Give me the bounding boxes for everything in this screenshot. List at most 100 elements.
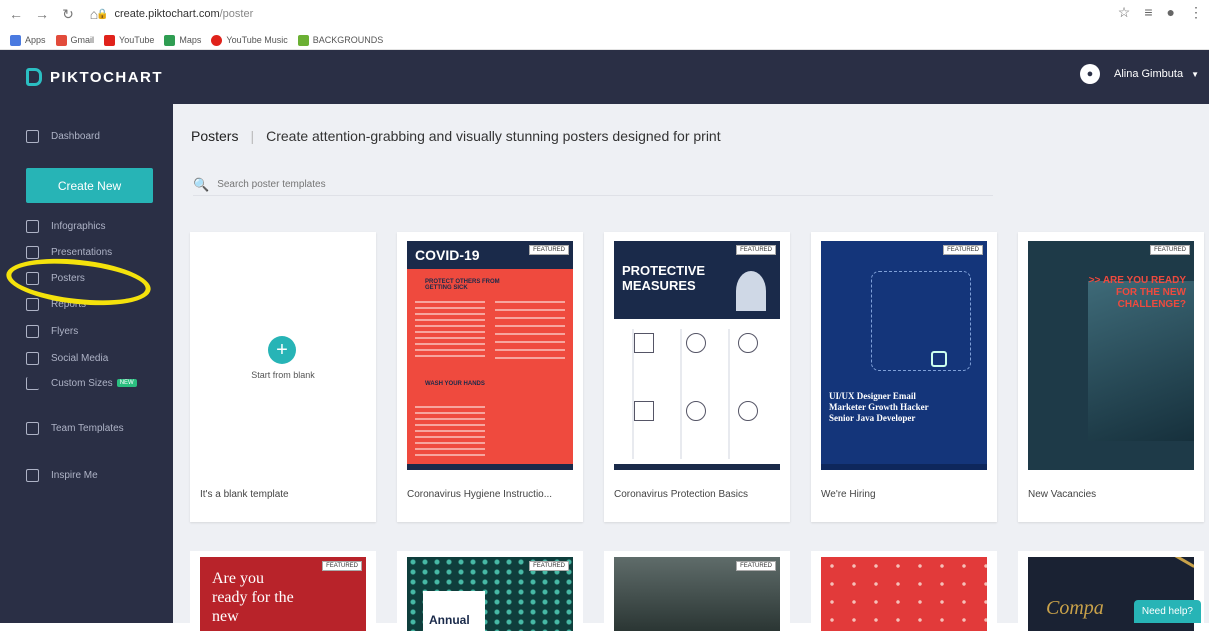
reports-icon <box>26 297 39 311</box>
back-icon[interactable]: ← <box>6 4 26 24</box>
youtube-music-icon <box>211 34 223 46</box>
sidebar-item-infographics[interactable]: Infographics <box>26 218 105 234</box>
bookmark-youtube-music[interactable]: YouTube Music <box>211 34 288 46</box>
start-from-blank-text: Start from blank <box>251 370 315 380</box>
dashboard-icon <box>26 129 39 143</box>
card-label: It's a blank template <box>200 489 289 500</box>
user-menu[interactable]: ● Alina Gimbuta ▼ <box>1079 64 1199 84</box>
template-card-vacancies[interactable]: FEATURED >> ARE YOU READY FOR THE NEW CH… <box>1018 232 1204 522</box>
page-title: Posters | Create attention-grabbing and … <box>191 128 721 144</box>
card-label: New Vacancies <box>1028 489 1097 500</box>
url-path: /poster <box>219 8 254 20</box>
menu-icon[interactable]: ⋮ <box>1189 4 1203 21</box>
youtube-icon <box>104 34 116 46</box>
sidebar-item-presentations[interactable]: Presentations <box>26 244 112 260</box>
featured-badge: FEATURED <box>943 245 983 255</box>
search-bar: 🔍 <box>193 174 993 196</box>
inspire-me-icon <box>26 468 39 482</box>
poster-heading: PROTECTIVE MEASURES <box>622 263 706 293</box>
poster-heading: >> ARE YOU READY FOR THE NEW CHALLENGE? <box>1088 275 1186 310</box>
poster-thumbnail: FEATURED Annual <box>407 557 573 631</box>
template-card-covid-protection[interactable]: PROTECTIVE MEASURES FEATURED Coronavirus… <box>604 232 790 522</box>
need-help-button[interactable]: Need help? <box>1133 600 1201 623</box>
sidebar-item-social-media[interactable]: Social Media <box>26 350 108 366</box>
template-card-row2-2[interactable]: FEATURED Annual <box>397 551 583 631</box>
poster-subheading-2: WASH YOUR HANDS <box>425 381 485 387</box>
presentations-icon <box>26 245 39 259</box>
team-templates-icon <box>26 421 39 435</box>
logo[interactable]: PIKTOCHART <box>26 68 163 86</box>
featured-badge: FEATURED <box>736 245 776 255</box>
gmail-icon <box>55 34 67 46</box>
new-badge: NEW <box>116 379 137 387</box>
sidebar: Dashboard Create New Infographics Presen… <box>0 104 173 623</box>
poster-thumbnail: FEATURED Are you ready for the new <box>200 557 366 631</box>
poster-thumbnail: FEATURED UI/UX Designer Email Marketer G… <box>821 241 987 470</box>
sidebar-item-team-templates[interactable]: Team Templates <box>26 420 124 436</box>
poster-thumbnail: FEATURED <box>614 557 780 631</box>
browser-chrome: ← → ↻ ⌂ 🔒 create.piktochart.com/poster ☆… <box>0 0 1209 50</box>
reading-list-icon[interactable]: ≡ <box>1144 4 1152 21</box>
bookmark-apps[interactable]: Apps <box>10 34 46 46</box>
sidebar-item-inspire-me[interactable]: Inspire Me <box>26 467 98 483</box>
poster-thumbnail: COVID-19 FEATURED PROTECT OTHERS FROM GE… <box>407 241 573 470</box>
bookmark-youtube[interactable]: YouTube <box>104 34 154 46</box>
poster-job-list: UI/UX Designer Email Marketer Growth Hac… <box>829 391 929 423</box>
page-title-label: Posters <box>191 128 239 144</box>
apps-icon <box>10 34 21 46</box>
poster-heading: Annual <box>429 613 470 627</box>
infographics-icon <box>26 219 39 233</box>
template-card-row2-3[interactable]: FEATURED <box>604 551 790 631</box>
search-input[interactable] <box>217 179 818 190</box>
featured-badge: FEATURED <box>736 561 776 571</box>
sidebar-item-custom-sizes[interactable]: Custom Sizes NEW <box>26 375 137 391</box>
app-header: PIKTOCHART ● Alina Gimbuta ▼ <box>0 50 1209 104</box>
bookmark-gmail[interactable]: Gmail <box>55 34 94 46</box>
title-divider: | <box>250 128 255 144</box>
reload-icon[interactable]: ↻ <box>58 4 78 24</box>
poster-thumbnail: PROTECTIVE MEASURES FEATURED <box>614 241 780 470</box>
create-new-button[interactable]: Create New <box>26 168 153 203</box>
featured-badge: FEATURED <box>322 561 362 571</box>
template-card-hiring[interactable]: FEATURED UI/UX Designer Email Marketer G… <box>811 232 997 522</box>
backgrounds-icon <box>297 34 309 46</box>
poster-heading: Compa <box>1046 597 1104 619</box>
poster-thumbnail <box>821 557 987 631</box>
user-name: Alina Gimbuta <box>1113 68 1184 80</box>
sidebar-item-dashboard[interactable]: Dashboard <box>26 128 100 144</box>
profile-icon[interactable]: ● <box>1167 4 1175 21</box>
main-content: Posters | Create attention-grabbing and … <box>173 104 1209 631</box>
featured-badge: FEATURED <box>529 561 569 571</box>
page-subtitle: Create attention-grabbing and visually s… <box>266 128 721 144</box>
maps-icon <box>164 34 176 46</box>
avatar: ● <box>1079 64 1100 84</box>
template-card-blank[interactable]: + Start from blank It's a blank template <box>190 232 376 522</box>
card-label: We're Hiring <box>821 489 876 500</box>
card-label: Coronavirus Hygiene Instructio... <box>407 489 553 500</box>
bookmark-maps[interactable]: Maps <box>164 34 201 46</box>
chevron-down-icon: ▼ <box>1191 69 1199 79</box>
card-label: Coronavirus Protection Basics <box>614 489 748 500</box>
template-card-covid-hygiene[interactable]: COVID-19 FEATURED PROTECT OTHERS FROM GE… <box>397 232 583 522</box>
address-bar[interactable]: 🔒 create.piktochart.com/poster <box>96 4 1096 24</box>
custom-sizes-icon <box>26 376 39 390</box>
sidebar-item-flyers[interactable]: Flyers <box>26 323 78 339</box>
social-media-icon <box>26 351 39 365</box>
poster-subheading: PROTECT OTHERS FROM GETTING SICK <box>425 279 500 291</box>
piktochart-logo-icon <box>26 68 42 86</box>
forward-icon[interactable]: → <box>32 4 52 24</box>
plus-icon: + <box>268 336 296 364</box>
url-host: create.piktochart.com <box>114 8 220 20</box>
bookmark-backgrounds[interactable]: BACKGROUNDS <box>297 34 383 46</box>
poster-heading: Are you ready for the new <box>212 570 294 625</box>
featured-badge: FEATURED <box>529 245 569 255</box>
featured-badge: FEATURED <box>1150 245 1190 255</box>
search-icon: 🔍 <box>193 176 210 192</box>
poster-thumbnail: FEATURED >> ARE YOU READY FOR THE NEW CH… <box>1028 241 1194 470</box>
lock-icon: 🔒 <box>96 8 109 20</box>
template-card-row2-1[interactable]: FEATURED Are you ready for the new <box>190 551 376 631</box>
template-card-row2-4[interactable] <box>811 551 997 631</box>
flyers-icon <box>26 324 39 338</box>
poster-heading: COVID-19 <box>415 247 480 263</box>
star-icon[interactable]: ☆ <box>1118 4 1131 21</box>
